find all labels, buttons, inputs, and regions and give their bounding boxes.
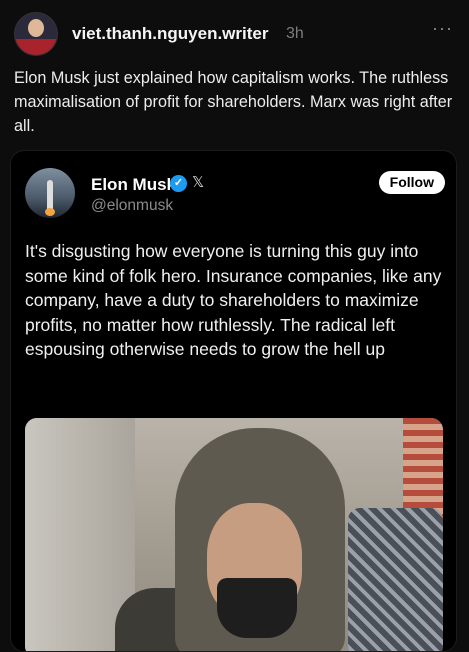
author-username[interactable]: viet.thanh.nguyen.writer	[72, 24, 268, 44]
post-header: viet.thanh.nguyen.writer 3h ···	[14, 10, 455, 56]
avatar-stripe	[15, 39, 57, 55]
tweet-text: It's disgusting how everyone is turning …	[25, 241, 442, 359]
tweet-author-avatar[interactable]	[25, 168, 75, 218]
embedded-tweet-card[interactable]: Elon Musk ✓ 𝕏 @elonmusk Follow It's disg…	[10, 150, 457, 652]
photo-cylinder	[348, 508, 443, 651]
x-logo-icon: 𝕏	[192, 174, 205, 191]
tweet-photo[interactable]	[25, 418, 443, 651]
tweet-author-handle[interactable]: @elonmusk	[91, 197, 173, 215]
author-avatar[interactable]	[14, 12, 58, 56]
rocket-graphic	[47, 180, 53, 210]
photo-mask	[217, 578, 297, 638]
follow-button[interactable]: Follow	[378, 171, 445, 194]
post-text: Elon Musk just explained how capitalism …	[14, 69, 453, 135]
avatar-face	[28, 19, 44, 37]
post-timestamp: 3h	[286, 25, 304, 42]
rocket-flame-graphic	[45, 208, 55, 216]
verified-badge-icon: ✓	[170, 175, 187, 192]
tweet-author-name[interactable]: Elon Musk	[91, 175, 176, 195]
more-options-icon[interactable]: ···	[432, 18, 453, 39]
